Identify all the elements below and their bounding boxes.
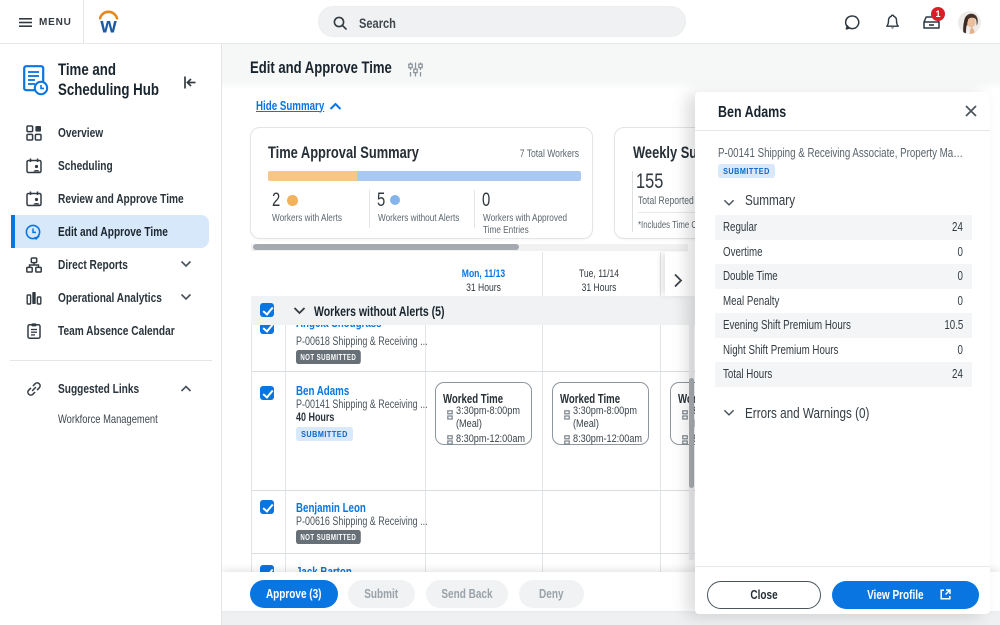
svg-text:w: w — [99, 14, 117, 34]
